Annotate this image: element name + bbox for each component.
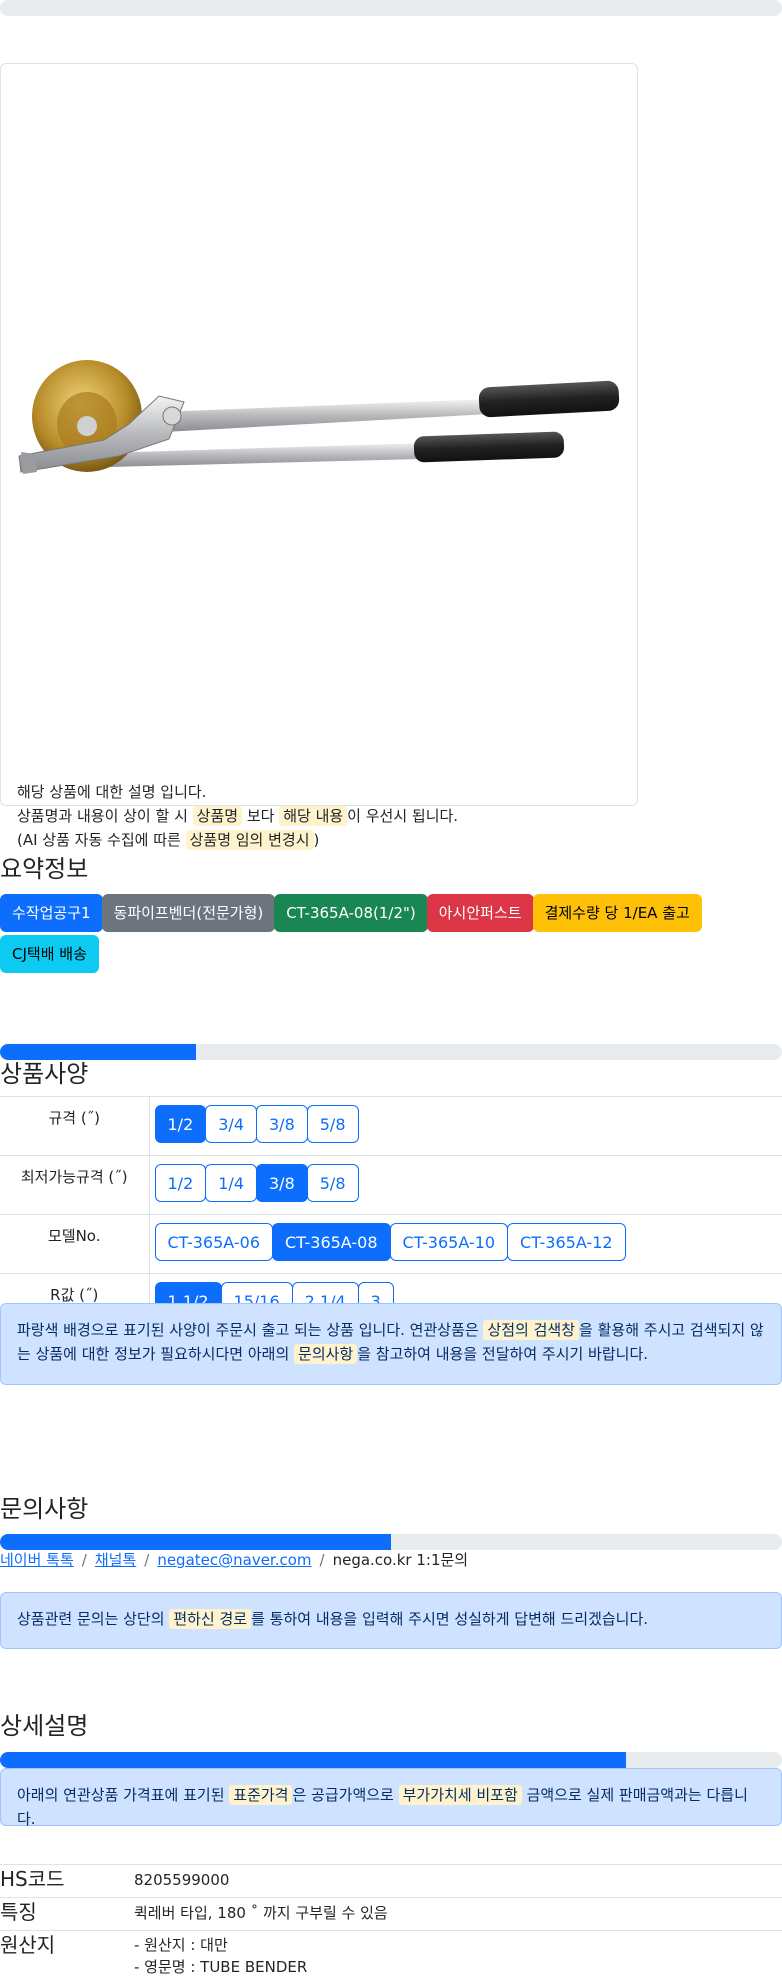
description-line-3: (AI 상품 자동 수집에 따른 상품명 임의 변경시) bbox=[17, 828, 458, 852]
description-text: 보다 bbox=[242, 807, 280, 825]
separator: / bbox=[144, 1551, 150, 1569]
info-key: 특징 bbox=[0, 1897, 134, 1931]
spec-options: 1/2 1/4 3/8 5/8 bbox=[149, 1155, 782, 1215]
description-text: (AI 상품 자동 수집에 따른 bbox=[17, 831, 186, 849]
highlight-search: 상점의 검색창 bbox=[483, 1320, 580, 1340]
notice-text: 상품관련 문의는 상단의 bbox=[17, 1610, 170, 1628]
notice-text: 를 통하여 내용을 입력해 주시면 성실하게 답변해 드리겠습니다. bbox=[251, 1610, 649, 1628]
info-value: 8205599000 bbox=[134, 1864, 782, 1898]
info-value: 퀵레버 타입, 180 ˚ 까지 구부릴 수 있음 bbox=[134, 1897, 782, 1931]
channel-talk-link[interactable]: 채널톡 bbox=[95, 1551, 136, 1569]
spec-options: 1/2 3/4 3/8 5/8 bbox=[149, 1096, 782, 1156]
badge-product-type: 동파이프벤더(전문가형) bbox=[101, 894, 276, 932]
description-line-1: 해당 상품에 대한 설명 입니다. bbox=[17, 783, 207, 801]
summary-title: 요약정보 bbox=[0, 855, 89, 883]
description-text: ) bbox=[313, 831, 320, 849]
inquiry-progress-bar bbox=[0, 1534, 782, 1550]
spec-row: 규격 (˝) 1/2 3/4 3/8 5/8 bbox=[0, 1096, 782, 1156]
spec-option-button[interactable]: CT-365A-12 bbox=[507, 1223, 626, 1261]
highlight-inquiry: 문의사항 bbox=[294, 1344, 358, 1364]
contact-links: 네이버 톡톡 / 채널톡 / negatec@naver.com / nega.co.kr … bbox=[0, 1549, 468, 1571]
badge-seller: 아시안퍼스트 bbox=[426, 894, 534, 932]
spec-option-button[interactable]: 5/8 bbox=[306, 1105, 359, 1143]
badge-category: 수작업공구1 bbox=[0, 894, 103, 932]
highlight-product-name: 상품명 bbox=[192, 806, 243, 826]
spec-label: 최저가능규격 (˝) bbox=[0, 1155, 150, 1215]
notice-text: 아래의 연관상품 가격표에 표기된 bbox=[17, 1786, 230, 1804]
top-progress-bar bbox=[0, 0, 782, 16]
notice-text: 을 참고하여 내용을 전달하여 주시기 바랍니다. bbox=[357, 1345, 649, 1363]
info-value: - 원산지 : 대만 - 영문명 : TUBE BENDER bbox=[134, 1930, 782, 1981]
tube-bender-image bbox=[18, 360, 620, 474]
info-key: HS코드 bbox=[0, 1864, 134, 1898]
spec-label: 모델No. bbox=[0, 1214, 150, 1274]
site-inquiry-text: nega.co.kr 1:1문의 bbox=[332, 1551, 469, 1569]
product-card: 해당 상품에 대한 설명 입니다. 상품명과 내용이 상이 할 시 상품명 보다… bbox=[0, 63, 638, 850]
spec-option-button[interactable]: 1/2 bbox=[154, 1164, 207, 1202]
spec-option-button[interactable]: 3/8 bbox=[256, 1105, 308, 1143]
specs-title: 상품사양 bbox=[0, 1060, 89, 1088]
specs-table: 규격 (˝) 1/2 3/4 3/8 5/8 최저가능규격 (˝) 1/2 1/4 3/8… bbox=[0, 1096, 782, 1332]
separator: / bbox=[319, 1551, 325, 1569]
spec-row: 최저가능규격 (˝) 1/2 1/4 3/8 5/8 bbox=[0, 1155, 782, 1215]
highlight-standard-price: 표준가격 bbox=[229, 1785, 293, 1805]
detail-notice: 아래의 연관상품 가격표에 표기된 표준가격 은 공급가액으로 부가가치세 비포함… bbox=[0, 1768, 782, 1828]
email-link[interactable]: negatec@naver.com bbox=[157, 1551, 311, 1569]
naver-talk-link[interactable]: 네이버 톡톡 bbox=[0, 1551, 74, 1569]
specs-notice: 파랑색 배경으로 표기된 사양이 주문시 출고 되는 상품 입니다. 연관상품은… bbox=[0, 1303, 782, 1385]
spec-row: 모델No. CT-365A-06 CT-365A-08 CT-365A-10 CT-3… bbox=[0, 1214, 782, 1274]
highlight-route: 편하신 경로 bbox=[169, 1609, 252, 1629]
spec-option-button[interactable]: 1/4 bbox=[205, 1164, 257, 1202]
detail-title: 상세설명 bbox=[0, 1712, 89, 1740]
info-row: 특징 퀵레버 타입, 180 ˚ 까지 구부릴 수 있음 bbox=[0, 1897, 782, 1931]
highlight-content: 해당 내용 bbox=[279, 806, 348, 826]
spec-option-button[interactable]: 5/8 bbox=[306, 1164, 359, 1202]
spec-options: CT-365A-06 CT-365A-08 CT-365A-10 CT-365A-12 bbox=[149, 1214, 782, 1274]
spec-option-button[interactable]: CT-365A-08 bbox=[272, 1223, 391, 1261]
separator: / bbox=[81, 1551, 87, 1569]
info-row: 원산지 - 원산지 : 대만 - 영문명 : TUBE BENDER bbox=[0, 1930, 782, 1981]
badge-model: CT-365A-08(1/2") bbox=[274, 894, 428, 932]
summary-badges: 수작업공구1 동파이프벤더(전문가형) CT-365A-08(1/2") 아시안퍼스트… bbox=[0, 894, 782, 976]
highlight-vat-excluded: 부가가치세 비포함 bbox=[398, 1785, 522, 1805]
info-key: 원산지 bbox=[0, 1930, 134, 1981]
info-row: HS코드 8205599000 bbox=[0, 1864, 782, 1898]
spec-option-button[interactable]: 3/4 bbox=[205, 1105, 257, 1143]
inquiry-notice: 상품관련 문의는 상단의 편하신 경로 를 통하여 내용을 입력해 주시면 성실하… bbox=[0, 1592, 782, 1649]
detail-progress-bar bbox=[0, 1752, 782, 1768]
description-line-2: 상품명과 내용이 상이 할 시 상품명 보다 해당 내용 이 우선시 됩니다. bbox=[17, 804, 458, 828]
spec-option-button[interactable]: CT-365A-10 bbox=[389, 1223, 509, 1261]
notice-text: 파랑색 배경으로 표기된 사양이 주문시 출고 되는 상품 입니다. 연관상품은 bbox=[17, 1321, 484, 1339]
description-text: 이 우선시 됩니다. bbox=[347, 807, 459, 825]
description-text: 상품명과 내용이 상이 할 시 bbox=[17, 807, 193, 825]
specs-progress-bar bbox=[0, 1044, 782, 1060]
spec-option-button[interactable]: CT-365A-06 bbox=[154, 1223, 274, 1261]
badge-quantity: 결제수량 당 1/EA 출고 bbox=[532, 894, 702, 932]
inquiry-progress-fill bbox=[0, 1534, 391, 1550]
spec-label: 규격 (˝) bbox=[0, 1096, 150, 1156]
english-name-line: - 영문명 : TUBE BENDER bbox=[134, 1958, 308, 1976]
inquiry-title: 문의사항 bbox=[0, 1495, 89, 1523]
highlight-name-change: 상품명 임의 변경시 bbox=[185, 830, 314, 850]
detail-info-table: HS코드 8205599000 특징 퀵레버 타입, 180 ˚ 까지 구부릴 … bbox=[0, 1864, 782, 1981]
origin-line: - 원산지 : 대만 bbox=[134, 1936, 228, 1954]
spec-option-button[interactable]: 1/2 bbox=[154, 1105, 207, 1143]
spec-option-button[interactable]: 3/8 bbox=[256, 1164, 308, 1202]
product-description: 해당 상품에 대한 설명 입니다. 상품명과 내용이 상이 할 시 상품명 보다… bbox=[17, 780, 458, 852]
badge-shipping: CJ택배 배송 bbox=[0, 935, 99, 973]
detail-progress-fill bbox=[0, 1752, 626, 1768]
notice-text: 은 공급가액으로 bbox=[292, 1786, 399, 1804]
